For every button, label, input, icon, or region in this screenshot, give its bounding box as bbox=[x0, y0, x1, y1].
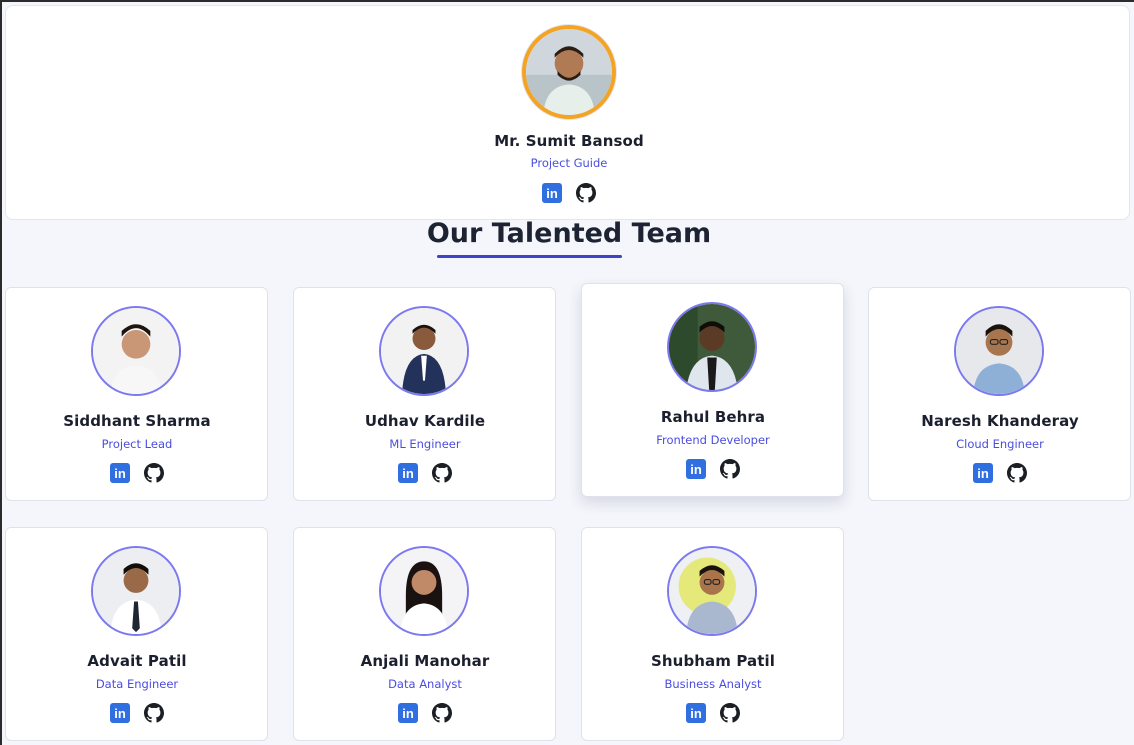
team-avatar bbox=[379, 546, 469, 636]
section-title: Our Talented Team bbox=[426, 218, 712, 249]
linkedin-icon[interactable]: in bbox=[686, 459, 706, 479]
team-avatar bbox=[91, 306, 181, 396]
guide-avatar bbox=[522, 25, 616, 119]
linkedin-icon[interactable]: in bbox=[110, 703, 130, 723]
member-role: Cloud Engineer bbox=[956, 437, 1044, 451]
github-icon[interactable] bbox=[720, 459, 740, 479]
linkedin-icon[interactable]: in bbox=[542, 183, 562, 203]
member-role: Data Engineer bbox=[95, 677, 179, 691]
member-role: Project Lead bbox=[101, 437, 173, 451]
member-name: Anjali Manohar bbox=[360, 652, 490, 670]
team-card-anjali-manohar: Anjali Manohar Data Analyst in bbox=[293, 527, 556, 741]
team-card-udhav-kardile: Udhav Kardile ML Engineer in bbox=[293, 287, 556, 501]
guide-role: Project Guide bbox=[530, 156, 608, 170]
member-social-links: in bbox=[869, 463, 1131, 483]
member-name: Rahul Behra bbox=[660, 408, 766, 426]
member-name: Advait Patil bbox=[87, 652, 187, 670]
title-underline bbox=[437, 255, 622, 258]
team-avatar bbox=[667, 546, 757, 636]
team-card-naresh-khanderay: Naresh Khanderay Cloud Engineer in bbox=[868, 287, 1131, 501]
member-name: Naresh Khanderay bbox=[921, 412, 1079, 430]
github-icon[interactable] bbox=[432, 703, 452, 723]
linkedin-icon[interactable]: in bbox=[110, 463, 130, 483]
team-card-advait-patil: Advait Patil Data Engineer in bbox=[5, 527, 268, 741]
github-icon[interactable] bbox=[576, 183, 596, 203]
linkedin-icon[interactable]: in bbox=[398, 463, 418, 483]
github-icon[interactable] bbox=[144, 463, 164, 483]
github-icon[interactable] bbox=[144, 703, 164, 723]
member-social-links: in bbox=[6, 463, 268, 483]
team-card-shubham-patil: Shubham Patil Business Analyst in bbox=[581, 527, 844, 741]
member-social-links: in bbox=[582, 459, 844, 479]
member-name: Siddhant Sharma bbox=[63, 412, 211, 430]
team-card-siddhant-sharma: Siddhant Sharma Project Lead in bbox=[5, 287, 268, 501]
guide-social-links: in bbox=[438, 183, 700, 203]
member-role: Data Analyst bbox=[388, 677, 462, 691]
member-name: Udhav Kardile bbox=[364, 412, 486, 430]
team-card-rahul-behra: Rahul Behra Frontend Developer in bbox=[581, 283, 844, 497]
team-avatar bbox=[91, 546, 181, 636]
github-icon[interactable] bbox=[1007, 463, 1027, 483]
member-role: Business Analyst bbox=[664, 677, 762, 691]
team-avatar bbox=[379, 306, 469, 396]
member-name: Shubham Patil bbox=[650, 652, 776, 670]
github-icon[interactable] bbox=[720, 703, 740, 723]
team-avatar bbox=[954, 306, 1044, 396]
member-role: Frontend Developer bbox=[656, 433, 770, 447]
member-social-links: in bbox=[6, 703, 268, 723]
linkedin-icon[interactable]: in bbox=[686, 703, 706, 723]
linkedin-icon[interactable]: in bbox=[398, 703, 418, 723]
member-social-links: in bbox=[582, 703, 844, 723]
github-icon[interactable] bbox=[432, 463, 452, 483]
guide-name: Mr. Sumit Bansod bbox=[494, 132, 644, 150]
member-social-links: in bbox=[294, 463, 556, 483]
team-avatar bbox=[667, 302, 757, 392]
linkedin-icon[interactable]: in bbox=[973, 463, 993, 483]
member-social-links: in bbox=[294, 703, 556, 723]
member-role: ML Engineer bbox=[389, 437, 461, 451]
project-guide-card: Mr. Sumit Bansod Project Guide in bbox=[5, 5, 1130, 220]
